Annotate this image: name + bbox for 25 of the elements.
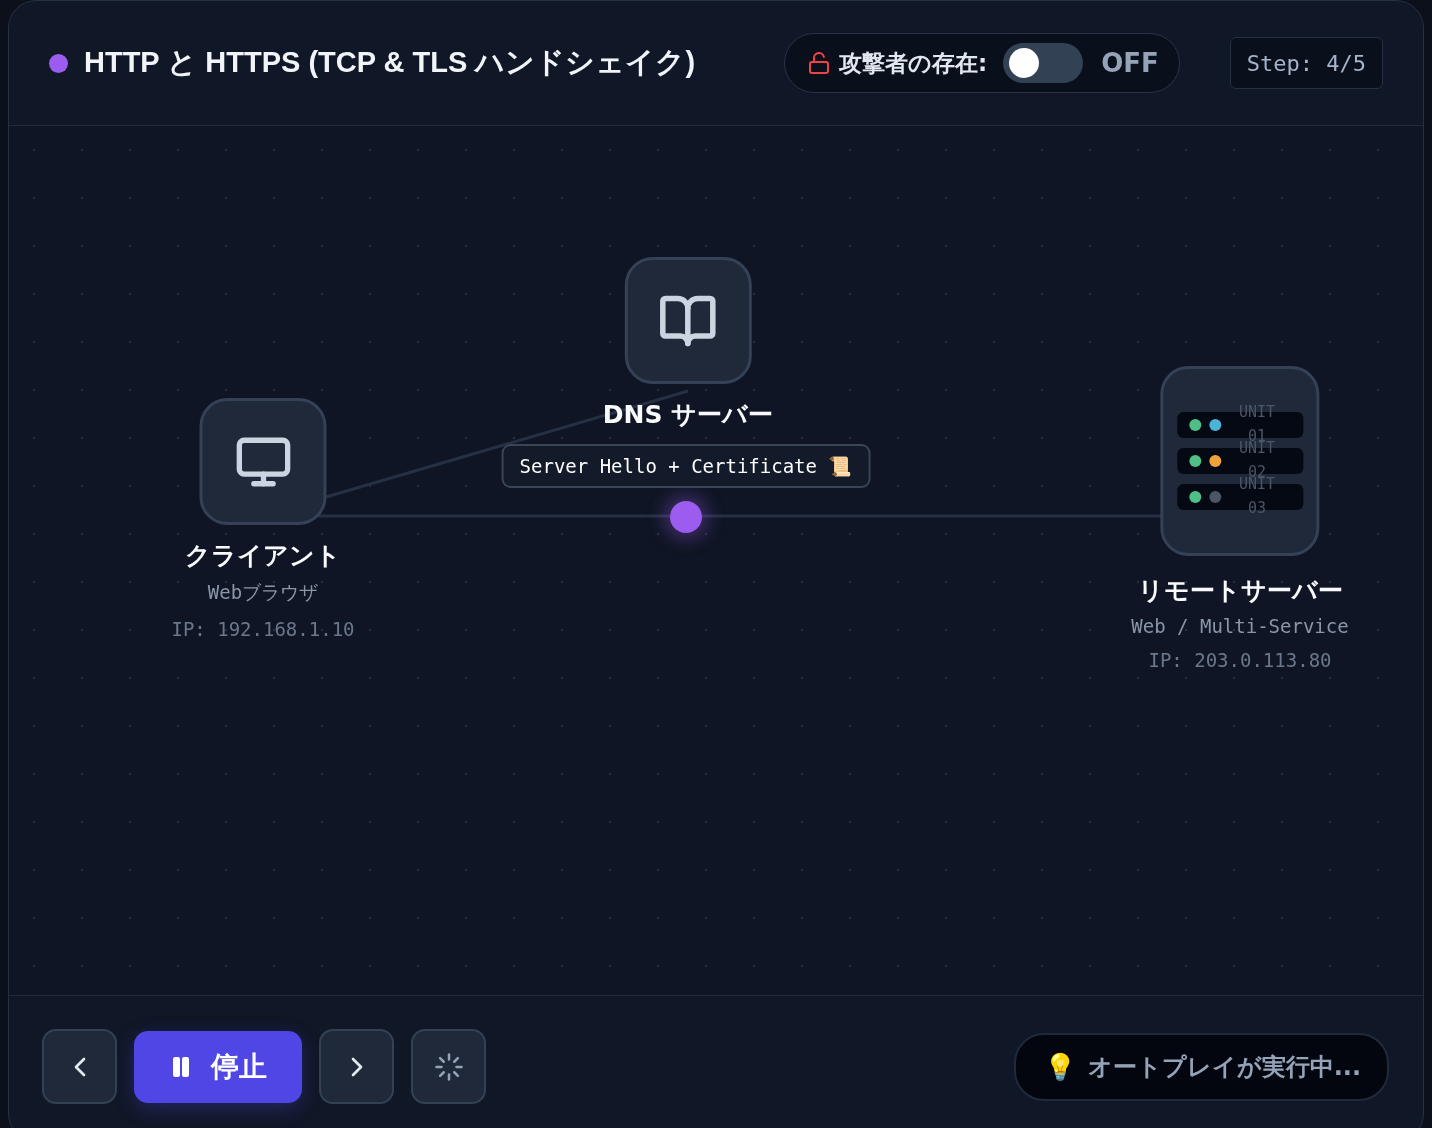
loading-button[interactable] bbox=[411, 1029, 486, 1104]
step-counter: Step: 4/5 bbox=[1229, 37, 1383, 89]
packet-label: Server Hello + Certificate 📜 bbox=[501, 444, 871, 488]
loader-icon bbox=[433, 1051, 464, 1082]
attacker-switch[interactable] bbox=[1003, 43, 1084, 83]
node-card[interactable] bbox=[199, 398, 327, 525]
lightbulb-icon: 💡 bbox=[1043, 1053, 1076, 1080]
unit-label: 03 bbox=[1247, 498, 1267, 519]
switch-state: OFF bbox=[1101, 48, 1159, 78]
ip-address: IP: 203.0.113.80 bbox=[1148, 649, 1332, 671]
node-subtitle: Webブラウザ bbox=[207, 580, 319, 605]
node-subtitle: Web / Multi-Service bbox=[1131, 615, 1349, 637]
status-dot bbox=[49, 53, 68, 73]
ip-address: IP: 192.168.1.10 bbox=[171, 618, 355, 640]
unit-label: UNIT bbox=[1238, 402, 1276, 423]
node-title: DNS サーバー bbox=[602, 399, 774, 431]
node-card[interactable] bbox=[624, 257, 752, 384]
window-title: HTTP と HTTPS (TCP & TLS ハンドシェイク) bbox=[84, 45, 696, 80]
node-title: クライアント bbox=[185, 540, 341, 572]
pause-button[interactable]: 停止 bbox=[134, 1030, 302, 1103]
lock-icon bbox=[806, 51, 831, 75]
node-title: リモートサーバー bbox=[1137, 575, 1343, 607]
attacker-label: 攻撃者の存在: bbox=[838, 48, 988, 78]
packet-dot bbox=[670, 501, 702, 533]
hint-text: オートプレイが実行中... bbox=[1087, 1051, 1361, 1083]
